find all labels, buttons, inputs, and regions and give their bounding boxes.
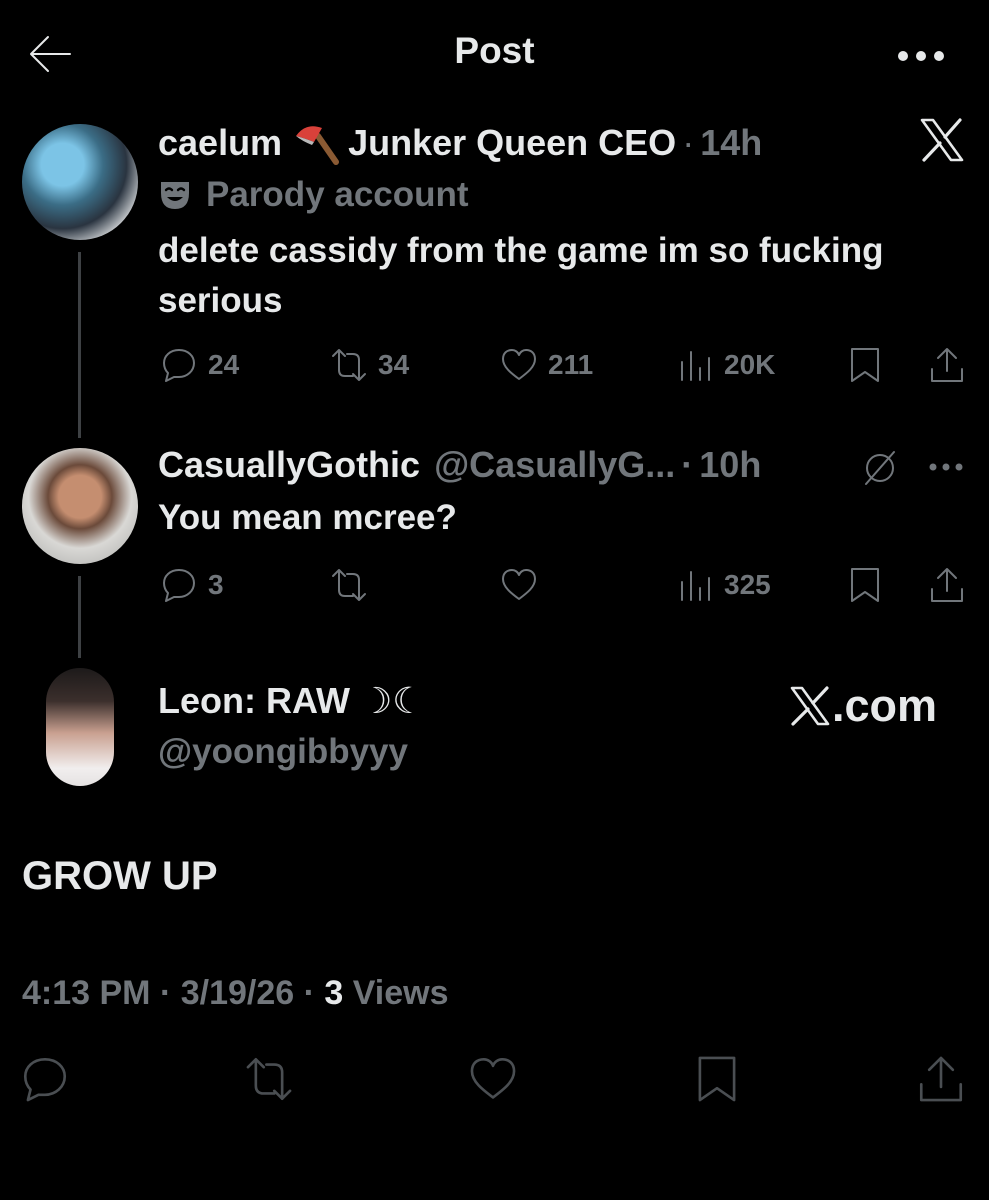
author-name[interactable]: Leon: RAW [158,680,350,721]
avatar[interactable] [22,448,138,564]
heart-icon [502,349,536,380]
views-button[interactable]: 325 [676,566,846,604]
analytics-icon [681,571,710,601]
reply-button[interactable]: 3 [160,566,330,604]
parody-label: Parody account [158,175,469,215]
view-count: 325 [724,569,771,600]
post-time[interactable]: 14h [700,122,762,164]
repost-button[interactable] [330,566,500,604]
theater-mask-icon [161,182,189,209]
views-button[interactable]: 20K [676,346,846,384]
repost-count: 34 [378,349,410,380]
post-text: GROW UP [22,854,218,898]
more-horizontal-icon [929,463,963,471]
like-count: 211 [548,349,594,380]
bookmark-button[interactable] [692,1054,916,1104]
tweet-actions: 24 34 211 20K [160,346,966,384]
author-name-line: Leon: RAW ☽☾ [158,680,425,722]
analytics-icon [681,351,710,381]
author-name[interactable]: CasuallyGothic [158,444,420,486]
post-timestamp[interactable]: 4:13 PM · 3/19/26 · [22,974,324,1012]
tweet-author-line: caelum Junker Queen CEO · 14h [158,120,762,166]
share-button[interactable] [928,346,966,384]
like-button[interactable]: 211 [500,346,676,384]
reply-icon [23,1057,67,1102]
post-time[interactable]: 10h [699,444,761,486]
separator: · [682,122,695,163]
more-options-button[interactable] [928,462,964,472]
repost-icon [332,569,366,601]
author-name[interactable]: caelum [158,122,282,164]
reply-icon [163,569,195,602]
bookmark-button[interactable] [846,346,928,384]
share-icon [919,1056,963,1102]
heart-icon [470,1057,516,1099]
author-name-suffix[interactable]: Junker Queen CEO [348,122,676,164]
axe-emoji-icon [296,126,340,165]
more-horizontal-icon [898,51,944,61]
page-title: Post [454,30,535,71]
share-button[interactable] [916,1054,966,1104]
repost-button[interactable]: 34 [330,346,500,384]
reply-button[interactable] [20,1054,244,1104]
reply-button[interactable]: 24 [160,346,330,384]
tweet-text: delete cassidy from the game im so fucki… [158,231,884,320]
share-button[interactable] [928,566,966,604]
reply-count: 3 [208,569,224,600]
bookmark-icon [698,1056,736,1102]
views-label: Views [343,974,449,1012]
x-logo-icon [790,686,830,726]
heart-icon [502,569,536,600]
parody-text: Parody account [206,175,469,214]
x-com-watermark: .com [790,680,937,732]
author-handle[interactable]: @CasuallyG... [434,444,675,486]
separator: · [681,444,694,485]
view-count: 20K [724,349,776,380]
thread-connector [78,576,81,658]
share-icon [931,568,963,602]
x-logo-icon [920,118,964,162]
like-button[interactable] [500,566,676,604]
repost-button[interactable] [244,1054,468,1104]
reply-icon [163,349,195,382]
share-icon [931,348,963,382]
tweet-text: You mean mcree? [158,498,457,537]
reply-count: 24 [208,349,240,380]
avatar[interactable] [46,668,114,786]
bookmark-button[interactable] [846,566,928,604]
grok-icon[interactable] [860,448,900,488]
post-metadata: 4:13 PM · 3/19/26 · 3 Views [22,974,449,1013]
author-handle[interactable]: @yoongibbyyy [158,732,408,772]
repost-icon [332,349,366,381]
more-options-button[interactable] [897,50,945,62]
post-action-bar [20,1054,966,1104]
tweet-author-line: CasuallyGothic @CasuallyG... · 10h [158,444,761,486]
bookmark-icon [851,568,879,602]
tweet-actions: 3 325 [160,566,966,604]
repost-icon [246,1057,292,1101]
thread-connector [78,252,81,438]
like-button[interactable] [468,1054,692,1104]
avatar[interactable] [22,124,138,240]
name-symbols: ☽☾ [360,680,425,721]
bookmark-icon [851,348,879,382]
post-view-count: 3 [324,974,344,1012]
watermark-text: .com [832,680,938,731]
